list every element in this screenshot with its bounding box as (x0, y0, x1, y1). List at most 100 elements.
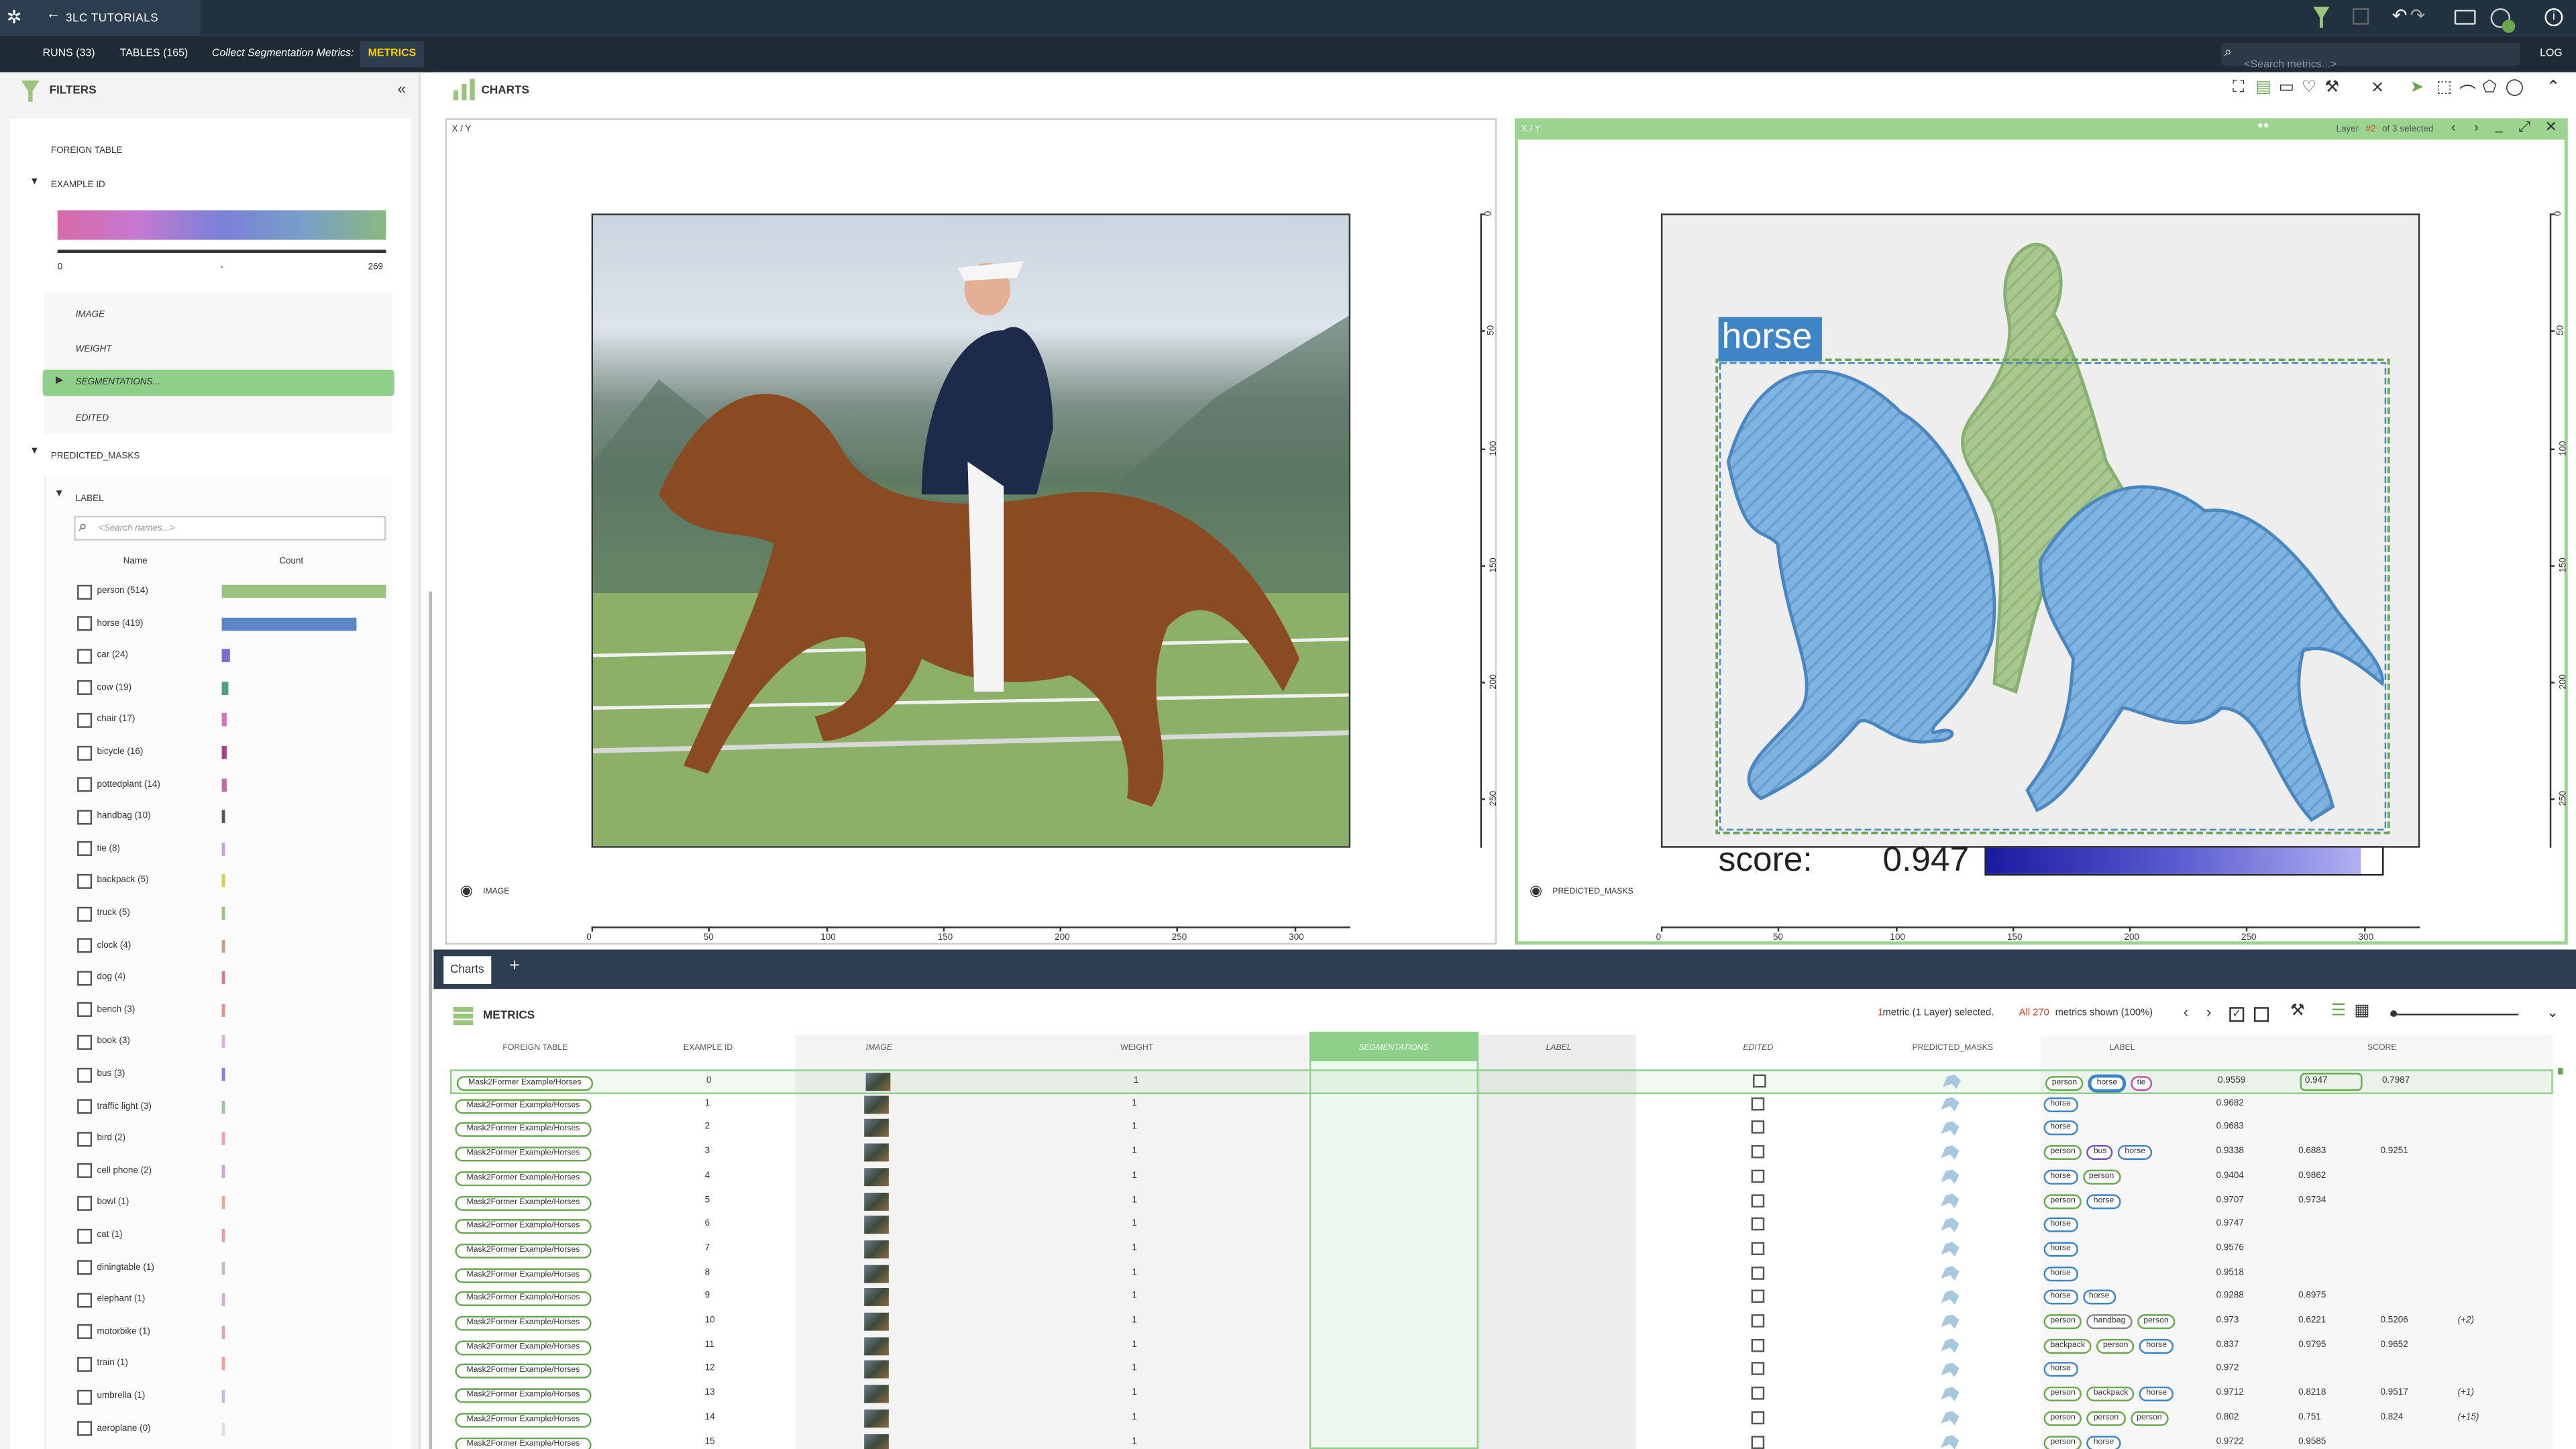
heart-icon[interactable]: ♡ (2302, 79, 2316, 97)
pred-label-chip[interactable]: horse (2043, 1266, 2078, 1281)
table-scrollbar[interactable] (2558, 1067, 2563, 1075)
label-filter-item[interactable]: dog (4) (77, 969, 125, 985)
table-row[interactable]: Mask2Former Example/Horses 2 1 horse 0.9683 (450, 1118, 2553, 1142)
image-thumbnail[interactable] (864, 1360, 889, 1379)
edited-checkbox[interactable] (1751, 1290, 1765, 1303)
prev-page-icon[interactable]: ‹ (2184, 1004, 2188, 1020)
table-row[interactable]: Mask2Former Example/Horses 15 1 person horse… (450, 1432, 2553, 1449)
pred-label-chip[interactable]: person (2137, 1314, 2176, 1330)
label-filter-item[interactable]: elephant (1) (77, 1291, 145, 1307)
table-row[interactable]: Mask2Former Example/Horses 7 1 horse 0.9576 (450, 1238, 2553, 1263)
expand-segmentations-icon[interactable]: ▶ (56, 374, 63, 386)
label-filter-item[interactable]: book (3) (77, 1034, 130, 1050)
foreign-table-chip[interactable]: Mask2Former Example/Horses (455, 1388, 592, 1403)
collapse-sidebar-icon[interactable]: « (398, 80, 406, 97)
example-id-histogram[interactable] (57, 210, 386, 240)
pred-label-chip[interactable]: horse (2088, 1074, 2126, 1093)
label-filter-item[interactable]: umbrella (1) (77, 1388, 145, 1404)
table-row[interactable]: Mask2Former Example/Horses 13 1 person backp… (450, 1383, 2553, 1407)
foreign-table-chip[interactable]: Mask2Former Example/Horses (455, 1412, 592, 1428)
label-filter-item[interactable]: motorbike (1) (77, 1324, 150, 1340)
label-filter-checkbox[interactable] (77, 1067, 93, 1082)
label-filter-item[interactable]: diningtable (1) (77, 1259, 154, 1275)
pred-label-chip[interactable]: horse (2139, 1387, 2174, 1402)
circle-select-icon[interactable]: ◯ (2506, 79, 2524, 97)
pred-label-chip[interactable]: horse (2086, 1435, 2121, 1449)
filter-foreign-table[interactable]: FOREIGN TABLE (51, 146, 123, 156)
label-filter-item[interactable]: tie (8) (77, 841, 120, 857)
sidebar-scrollbar[interactable] (429, 591, 433, 1449)
edited-checkbox[interactable] (1751, 1411, 1765, 1424)
edited-checkbox[interactable] (1751, 1121, 1765, 1134)
log-button[interactable]: LOG (2540, 48, 2563, 59)
mask-thumbnail[interactable] (1941, 1314, 1960, 1329)
image-thumbnail[interactable] (864, 1312, 889, 1331)
foreign-table-chip[interactable]: Mask2Former Example/Horses (455, 1219, 592, 1234)
image-thumbnail[interactable] (864, 1119, 889, 1138)
drag-handle-icon[interactable]: ●● (2257, 121, 2269, 131)
label-filter-item[interactable]: backpack (5) (77, 873, 149, 889)
mask-thumbnail[interactable] (1941, 1387, 1960, 1401)
redo-icon[interactable]: ↷ (2410, 5, 2426, 26)
wrench-icon[interactable]: ⚒ (2324, 79, 2339, 97)
label-filter-item[interactable]: cat (1) (77, 1227, 123, 1243)
foreign-table-chip[interactable]: Mask2Former Example/Horses (455, 1267, 592, 1283)
mask-thumbnail[interactable] (1941, 1121, 1960, 1136)
foreign-table-chip[interactable]: Mask2Former Example/Horses (455, 1364, 592, 1379)
polygon-select-icon[interactable]: ⬠ (2482, 79, 2496, 97)
pred-label-chip[interactable]: person (2130, 1411, 2169, 1426)
close-chart-icon[interactable]: ✕ (2544, 118, 2557, 136)
column-header[interactable]: PREDICTED_MASKS (1913, 1043, 1993, 1053)
label-filter-item[interactable]: bowl (1) (77, 1195, 129, 1211)
image-thumbnail[interactable] (864, 1433, 889, 1449)
right-eye-icon[interactable]: ◉ (1529, 882, 1542, 900)
more-labels-indicator[interactable]: (+1) (2458, 1389, 2474, 1399)
label-filter-checkbox[interactable] (77, 906, 93, 921)
foreign-table-chip[interactable]: Mask2Former Example/Horses (455, 1316, 592, 1331)
mask-thumbnail[interactable] (1941, 1218, 1960, 1232)
metrics-tab[interactable]: METRICS (360, 41, 425, 68)
label-filter-item[interactable]: handbag (10) (77, 808, 151, 824)
expand-table-icon[interactable]: ⌄ (2546, 1004, 2559, 1022)
filter-weight[interactable]: WEIGHT (76, 345, 112, 355)
list-view-icon[interactable]: ▤ (2255, 79, 2271, 97)
next-page-icon[interactable]: › (2206, 1004, 2211, 1020)
edited-checkbox[interactable] (1751, 1193, 1765, 1207)
foreign-table-chip[interactable]: Mask2Former Example/Horses (455, 1195, 592, 1210)
label-filter-checkbox[interactable] (77, 1002, 93, 1018)
expand-example-id-icon[interactable]: ▼ (30, 177, 40, 187)
table-row[interactable]: Mask2Former Example/Horses 9 1 horse horse 0.… (450, 1287, 2553, 1311)
label-filter-checkbox[interactable] (77, 680, 93, 696)
image-thumbnail[interactable] (864, 1264, 889, 1283)
column-header[interactable]: WEIGHT (1120, 1043, 1153, 1053)
pred-label-chip[interactable]: person (2096, 1338, 2135, 1354)
image-thumbnail[interactable] (864, 1240, 889, 1258)
horse-rider-photo[interactable] (591, 213, 1351, 848)
pred-label-chip[interactable]: person (2082, 1169, 2121, 1185)
minimize-icon[interactable]: _ (2496, 118, 2503, 133)
image-thumbnail[interactable] (864, 1385, 889, 1403)
label-filter-checkbox[interactable] (77, 712, 93, 728)
pred-label-chip[interactable]: person (2086, 1411, 2125, 1426)
edited-checkbox[interactable] (1751, 1387, 1765, 1400)
image-thumbnail[interactable] (864, 1288, 889, 1307)
pred-label-chip[interactable]: horse (2043, 1169, 2078, 1185)
edited-checkbox[interactable] (1751, 1338, 1765, 1352)
label-filter-checkbox[interactable] (77, 1292, 93, 1307)
column-header[interactable]: SEGMENTATIONS (1358, 1043, 1428, 1053)
rect-select-icon[interactable]: ⬚ (2436, 79, 2452, 97)
label-filter-checkbox[interactable] (77, 841, 93, 857)
row-height-slider[interactable] (2390, 1014, 2519, 1016)
edit-icon[interactable] (2352, 8, 2369, 25)
edited-checkbox[interactable] (1751, 1242, 1765, 1255)
label-filter-checkbox[interactable] (77, 584, 93, 599)
image-thumbnail[interactable] (864, 1336, 889, 1355)
filter-predicted-masks[interactable]: PREDICTED_MASKS (51, 451, 140, 462)
label-filter-item[interactable]: horse (419) (77, 615, 143, 631)
column-header[interactable]: EDITED (1743, 1043, 1773, 1053)
image-thumbnail[interactable] (864, 1191, 889, 1210)
label-filter-checkbox[interactable] (77, 1260, 93, 1275)
pred-label-chip[interactable]: horse (2118, 1145, 2152, 1161)
table-row[interactable]: Mask2Former Example/Horses 6 1 horse 0.9747 (450, 1214, 2553, 1238)
collapse-charts-icon[interactable]: ⌃ (2546, 79, 2561, 97)
